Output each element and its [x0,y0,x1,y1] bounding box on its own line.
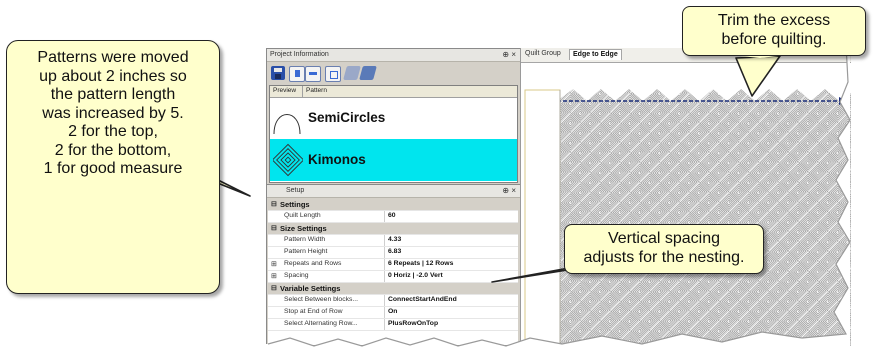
project-information-panel: Project Information ⊕ × Preview Pattern … [266,48,521,185]
property-row[interactable]: ⊞ Repeats and Rows 6 Repeats | 12 Rows [268,259,518,271]
tab-quilt-group[interactable]: Quilt Group [525,50,561,57]
move-down-icon[interactable] [359,66,377,80]
pattern-list-header: Preview Pattern [270,86,517,98]
setup-panel-titlebar: Setup ⊕ × [267,185,520,198]
pin-close-icon[interactable]: ⊕ × [502,49,516,61]
callout-line: Vertical spacing [607,230,721,247]
collapse-icon[interactable]: ⊟ [271,284,277,292]
callout-line: was increased by 5. [42,104,184,122]
semicircle-preview-icon [273,114,301,135]
property-label: Select Alternating Row... [284,320,358,327]
setup-panel: Setup ⊕ × ⊟ Settings Quilt Length 60 ⊟ Size S… [266,184,521,346]
callout-spacing-text: Vertical spacing adjusts for the nesting. [565,230,763,267]
property-category[interactable]: ⊟ Variable Settings [268,283,518,295]
move-up-icon[interactable] [343,66,361,80]
project-panel-title: Project Information [270,51,329,58]
property-row[interactable]: Select Alternating Row... PlusRowOnTop [268,319,518,331]
property-label: Quilt Length [284,212,321,219]
property-category[interactable]: ⊟ Settings [268,199,518,211]
callout-line: Patterns were moved [37,49,189,66]
tab-edge-to-edge[interactable]: Edge to Edge [569,49,622,60]
project-toolbar [269,64,389,82]
property-row[interactable]: Quilt Length 60 [268,211,518,223]
property-value[interactable]: 6.83 [388,248,401,255]
pattern-row-kimonos[interactable]: Kimonos [270,139,517,181]
property-row[interactable]: Select Between blocks... ConnectStartAndE… [268,295,518,307]
property-label: Stop at End of Row [284,308,343,315]
kimono-preview-icon [273,143,303,177]
property-label: Repeats and Rows [284,260,342,267]
pin-close-icon[interactable]: ⊕ × [502,185,516,197]
property-label: Variable Settings [280,284,341,293]
callout-line: 1 for good measure [43,160,183,177]
quilt-panel: Quilt Group Edge to Edge [520,48,851,346]
callout-line: adjusts for the nesting. [583,248,745,266]
pattern-row-semicircles[interactable]: SemiCircles [270,98,517,138]
property-value[interactable]: ConnectStartAndEnd [388,296,457,303]
property-grid: ⊟ Settings Quilt Length 60 ⊟ Size Settings Pat… [268,199,518,345]
property-value[interactable]: PlusRowOnTop [388,320,438,327]
pattern-name: SemiCircles [308,110,386,125]
edit-pattern-icon[interactable] [325,66,341,82]
quilt-canvas[interactable] [521,63,851,346]
callout-line: 2 for the bottom, [54,141,172,159]
callout-trim-text: Trim the excess before quilting. [683,12,865,49]
property-row[interactable]: Pattern Height 6.83 [268,247,518,259]
remove-pattern-icon[interactable] [305,66,321,82]
property-row[interactable]: ⊞ Spacing 0 Horiz | -2.0 Vert [268,271,518,283]
callout-vertical-spacing: Vertical spacing adjusts for the nesting. [564,224,764,274]
property-label: Settings [280,200,310,209]
torn-screenshot: Project Information ⊕ × Preview Pattern … [262,42,851,347]
property-row[interactable]: Pattern Width 4.33 [268,235,518,247]
expand-icon[interactable]: ⊞ [271,272,277,280]
property-value[interactable]: On [388,308,397,315]
pattern-list: Preview Pattern SemiCircles Kimonos [269,85,518,183]
property-row[interactable]: Stop at End of Row On [268,307,518,319]
property-category[interactable]: ⊟ Size Settings [268,223,518,235]
expand-icon[interactable]: ⊞ [271,260,277,268]
property-label: Spacing [284,272,309,279]
collapse-icon[interactable]: ⊟ [271,200,277,208]
property-label: Pattern Width [284,236,326,243]
property-label: Size Settings [280,224,327,233]
collapse-icon[interactable]: ⊟ [271,224,277,232]
callout-line: the pattern length [50,86,176,103]
property-value[interactable]: 6 Repeats | 12 Rows [388,260,453,267]
callout-line: 2 for the top, [68,123,158,140]
column-preview[interactable]: Preview [273,87,296,94]
add-pattern-icon[interactable] [289,66,305,82]
callout-trim-excess: Trim the excess before quilting. [682,6,866,56]
project-panel-titlebar: Project Information ⊕ × [267,49,520,62]
callout-left-text: Patterns were moved up about 2 inches so t… [7,49,219,179]
property-label: Pattern Height [284,248,328,255]
property-value[interactable]: 4.33 [388,236,401,243]
save-icon[interactable] [271,66,285,80]
callout-line: up about 2 inches so [39,67,187,85]
pattern-name: Kimonos [308,152,366,167]
property-value[interactable]: 0 Horiz | -2.0 Vert [388,272,443,279]
setup-panel-title: Setup [285,187,305,194]
property-value[interactable]: 60 [388,212,396,219]
callout-line: Trim the excess [717,12,831,29]
callout-line: before quilting. [721,30,827,48]
property-label: Select Between blocks... [284,296,359,303]
callout-pattern-length: Patterns were moved up about 2 inches so t… [6,40,220,294]
column-pattern[interactable]: Pattern [306,87,327,94]
